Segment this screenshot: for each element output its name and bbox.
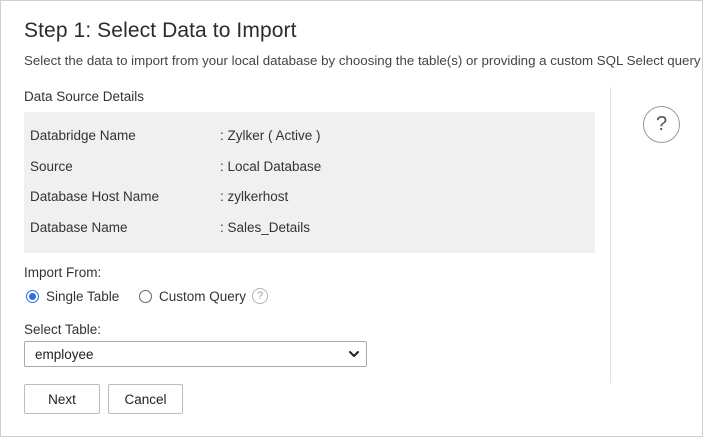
detail-value: : Local Database — [220, 159, 322, 174]
detail-row-source: Source : Local Database — [30, 159, 590, 179]
radio-unselected-indicator[interactable] — [139, 289, 152, 303]
import-dialog: Step 1: Select Data to Import Select the… — [0, 0, 703, 437]
detail-row-databridge-name: Databridge Name : Zylker ( Active ) — [30, 128, 590, 148]
select-table-value: employee — [35, 347, 94, 362]
page-title: Step 1: Select Data to Import — [24, 19, 297, 42]
help-button[interactable]: ? — [643, 106, 680, 143]
chevron-down-icon — [349, 351, 359, 357]
detail-value: : zylkerhost — [220, 189, 289, 204]
radio-selected-indicator[interactable] — [26, 289, 39, 303]
detail-label: Database Name — [30, 220, 128, 235]
question-icon: ? — [655, 113, 668, 135]
detail-row-database-host-name: Database Host Name : zylkerhost — [30, 189, 590, 209]
radio-single-table[interactable]: Single Table — [26, 286, 119, 306]
detail-label: Source — [30, 159, 73, 174]
page-subtitle: Select the data to import from your loca… — [24, 53, 701, 68]
radio-custom-query[interactable]: Custom Query ? — [139, 286, 269, 306]
import-from-label: Import From: — [24, 265, 102, 280]
cancel-button[interactable]: Cancel — [108, 384, 183, 414]
radio-label: Single Table — [46, 288, 120, 304]
select-table-label: Select Table: — [24, 322, 102, 337]
detail-value: : Sales_Details — [220, 220, 311, 235]
radio-label: Custom Query — [159, 288, 247, 304]
detail-row-database-name: Database Name : Sales_Details — [30, 220, 590, 240]
next-button[interactable]: Next — [24, 384, 100, 414]
info-question-icon[interactable]: ? — [252, 288, 269, 304]
detail-label: Databridge Name — [30, 128, 136, 143]
select-table-dropdown[interactable]: employee — [24, 341, 367, 367]
panel-divider — [610, 87, 611, 383]
detail-label: Database Host Name — [30, 189, 160, 204]
data-source-details-panel: Databridge Name : Zylker ( Active ) Sour… — [24, 112, 595, 253]
section-title-data-source: Data Source Details — [24, 89, 145, 104]
detail-value: : Zylker ( Active ) — [220, 128, 321, 143]
